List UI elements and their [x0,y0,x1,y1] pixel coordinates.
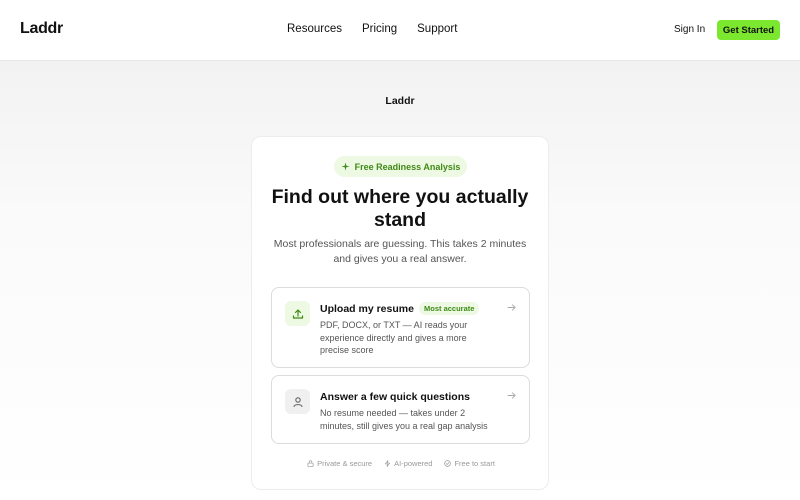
trust-indicators: Private & secure AI-powered Free to star… [252,459,550,468]
arrow-right-icon [507,392,516,399]
arrow-right-icon [507,304,516,311]
sign-in-link[interactable]: Sign In [674,24,705,35]
upload-icon [285,301,310,326]
badge-label: Free Readiness Analysis [354,161,461,172]
get-started-button[interactable]: Get Started [717,20,780,40]
quick-questions-option[interactable]: Answer a few quick questions No resume n… [271,375,530,444]
lock-icon [307,460,314,467]
trust-item-free: Free to start [444,459,495,468]
page-logo: Laddr [385,95,415,107]
nav-resources[interactable]: Resources [287,23,342,35]
upload-resume-option[interactable]: Upload my resume Most accurate PDF, DOCX… [271,287,530,368]
page-subtitle: Most professionals are guessing. This ta… [273,238,527,265]
option-title: Answer a few quick questions [320,391,470,403]
user-icon [285,389,310,414]
nav-support[interactable]: Support [417,23,457,35]
main-area: Laddr Free Readiness Analysis Find out w… [0,61,800,500]
option-description: PDF, DOCX, or TXT — AI reads your experi… [320,320,468,355]
trust-item-ai: AI-powered [384,459,432,468]
most-accurate-tag: Most accurate [419,302,480,315]
top-navbar: Laddr Resources Pricing Support Sign In … [0,0,800,61]
trust-label: Free to start [454,459,495,468]
sparkle-icon [341,162,350,171]
trust-label: AI-powered [394,459,433,468]
page-title: Find out where you actually stand [271,186,529,231]
nav-pricing[interactable]: Pricing [362,23,397,35]
check-circle-icon [444,460,452,467]
trust-item-private: Private & secure [307,459,372,468]
option-description: No resume needed — takes under 2 minutes… [320,408,488,431]
option-title: Upload my resume [320,303,414,315]
trust-label: Private & secure [317,459,373,468]
bolt-icon [385,460,391,467]
main-nav: Resources Pricing Support [287,23,457,35]
analysis-card: Free Readiness Analysis Find out where y… [251,136,549,490]
readiness-badge: Free Readiness Analysis [334,156,467,177]
brand-logo[interactable]: Laddr [20,20,63,38]
